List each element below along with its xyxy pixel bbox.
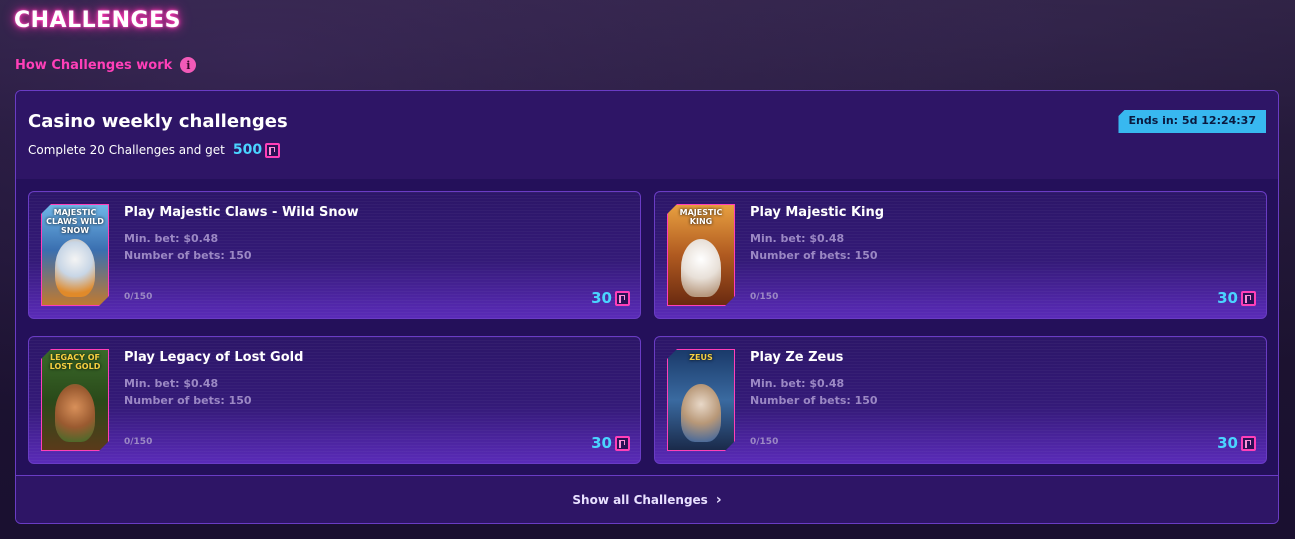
challenge-details: Min. bet: $0.48 Number of bets: 150	[124, 375, 252, 409]
reward-coin-icon	[1241, 435, 1256, 451]
challenge-reward: 30	[1217, 434, 1256, 452]
page-title: CHALLENGES	[14, 8, 181, 33]
reward-coin-icon	[615, 435, 630, 451]
game-thumbnail[interactable]: MAJESTIC KING	[667, 204, 735, 306]
challenge-reward: 30	[1217, 289, 1256, 307]
challenge-reward-value: 30	[1217, 289, 1238, 307]
game-thumbnail-title: MAJESTIC CLAWS WILD SNOW	[46, 208, 104, 235]
challenge-details: Min. bet: $0.48 Number of bets: 150	[124, 230, 252, 264]
tiger-artwork	[55, 239, 95, 297]
challenges-grid: MAJESTIC CLAWS WILD SNOW Play Majestic C…	[16, 179, 1278, 477]
number-of-bets: Number of bets: 150	[124, 249, 252, 262]
challenge-reward-value: 30	[591, 434, 612, 452]
challenge-card[interactable]: ZEUS Play Ze Zeus Min. bet: $0.48 Number…	[654, 336, 1267, 464]
challenge-reward-value: 30	[591, 289, 612, 307]
challenge-reward: 30	[591, 434, 630, 452]
challenge-progress: 0/150	[750, 292, 779, 302]
challenge-details: Min. bet: $0.48 Number of bets: 150	[750, 375, 878, 409]
panel-header: Casino weekly challenges Complete 20 Cha…	[16, 91, 1278, 179]
lion-artwork	[681, 239, 721, 297]
challenge-reward: 30	[591, 289, 630, 307]
info-icon[interactable]: i	[180, 57, 197, 73]
reward-coin-icon	[265, 142, 281, 158]
min-bet: Min. bet: $0.48	[124, 377, 219, 390]
number-of-bets: Number of bets: 150	[750, 394, 878, 407]
min-bet: Min. bet: $0.48	[750, 232, 845, 245]
show-all-challenges-button[interactable]: Show all Challenges ›	[16, 475, 1278, 523]
game-thumbnail[interactable]: MAJESTIC CLAWS WILD SNOW	[41, 204, 109, 306]
challenge-card[interactable]: MAJESTIC KING Play Majestic King Min. be…	[654, 191, 1267, 319]
challenge-title: Play Majestic Claws - Wild Snow	[124, 205, 359, 220]
how-challenges-work-link[interactable]: How Challenges work i	[15, 57, 197, 73]
game-thumbnail[interactable]: ZEUS	[667, 349, 735, 451]
challenge-progress: 0/150	[124, 292, 153, 302]
total-reward-value: 500	[232, 142, 263, 158]
ends-in-badge: Ends in: 5d 12:24:37	[1118, 110, 1266, 133]
zeus-artwork	[681, 384, 721, 442]
total-reward: 500	[232, 142, 281, 158]
weekly-challenges-panel: Casino weekly challenges Complete 20 Cha…	[15, 90, 1279, 524]
challenge-progress: 0/150	[124, 437, 153, 447]
min-bet: Min. bet: $0.48	[750, 377, 845, 390]
challenge-progress: 0/150	[750, 437, 779, 447]
game-thumbnail[interactable]: LEGACY OF LOST GOLD	[41, 349, 109, 451]
number-of-bets: Number of bets: 150	[750, 249, 878, 262]
chevron-right-icon: ›	[715, 491, 722, 508]
min-bet: Min. bet: $0.48	[124, 232, 219, 245]
explorer-artwork	[55, 384, 95, 442]
reward-coin-icon	[1241, 290, 1256, 306]
challenge-details: Min. bet: $0.48 Number of bets: 150	[750, 230, 878, 264]
challenge-title: Play Legacy of Lost Gold	[124, 350, 304, 365]
challenge-card[interactable]: MAJESTIC CLAWS WILD SNOW Play Majestic C…	[28, 191, 641, 319]
show-all-label: Show all Challenges	[572, 492, 708, 507]
number-of-bets: Number of bets: 150	[124, 394, 252, 407]
reward-coin-icon	[615, 290, 630, 306]
challenge-card[interactable]: LEGACY OF LOST GOLD Play Legacy of Lost …	[28, 336, 641, 464]
panel-subtitle-text: Complete 20 Challenges and get	[28, 143, 225, 157]
challenge-title: Play Ze Zeus	[750, 350, 844, 365]
challenge-reward-value: 30	[1217, 434, 1238, 452]
game-thumbnail-title: LEGACY OF LOST GOLD	[49, 353, 101, 371]
panel-subtitle: Complete 20 Challenges and get 500	[28, 142, 1266, 158]
panel-title: Casino weekly challenges	[28, 111, 288, 132]
challenge-title: Play Majestic King	[750, 205, 885, 220]
game-thumbnail-title: MAJESTIC KING	[679, 208, 723, 226]
game-thumbnail-title: ZEUS	[689, 353, 713, 362]
how-challenges-work-label: How Challenges work	[15, 57, 173, 73]
